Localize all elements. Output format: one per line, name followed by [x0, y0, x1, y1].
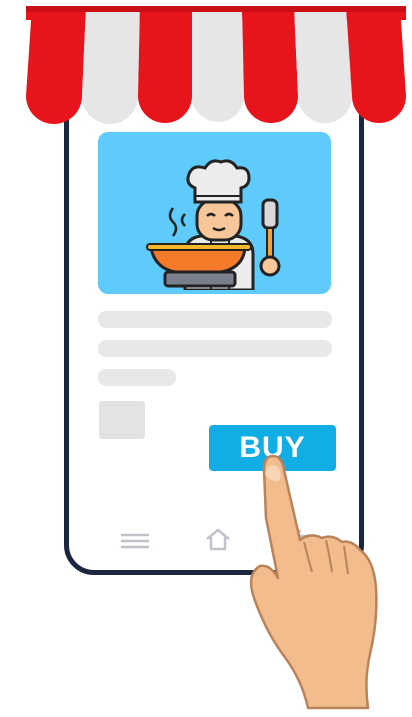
text-placeholder-line	[98, 311, 332, 328]
menu-icon[interactable]	[119, 531, 151, 551]
home-icon[interactable]	[204, 527, 232, 551]
text-placeholder-line	[98, 369, 176, 386]
text-placeholder-line	[98, 340, 332, 357]
thumbnail-placeholder	[99, 401, 145, 439]
awning-icon	[26, 6, 406, 124]
chef-cooking-icon	[146, 159, 281, 290]
pointing-hand-icon	[249, 454, 378, 710]
